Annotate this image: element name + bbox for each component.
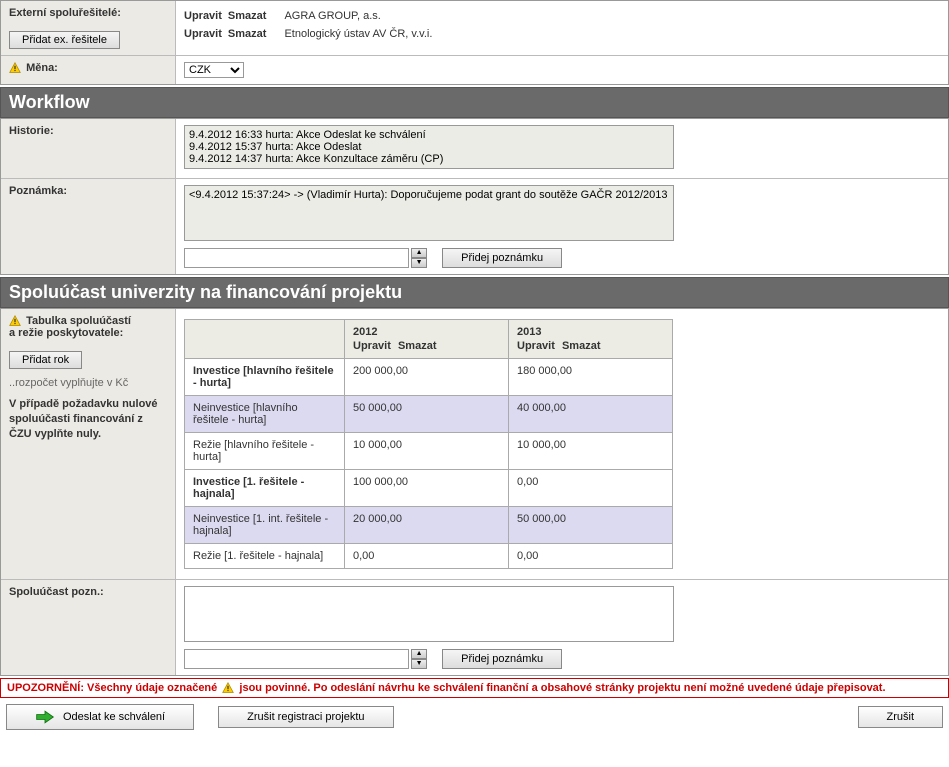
solver-name: AGRA GROUP, a.s. [284,10,380,22]
finance-table: 2012 Upravit Smazat 2013 Upravit [184,319,673,569]
note-label: Poznámka: [1,179,176,274]
table-row: Režie [hlavního řešitele - hurta] 10 000… [185,433,673,470]
year-header: 2012 Upravit Smazat [345,320,509,359]
spinner-down-button[interactable]: ▼ [411,659,427,669]
financing-table-label: Tabulka spoluúčastí a režie poskytovatel… [1,309,176,579]
solver-row: Upravit Smazat Etnologický ústav AV ČR, … [184,25,940,43]
spinner-up-button[interactable]: ▲ [411,649,427,659]
workflow-header: Workflow [0,87,949,118]
add-year-button[interactable]: Přidat rok [9,351,82,369]
budget-hint: ..rozpočet vyplňujte v Kč [9,377,167,389]
financing-note-label: Spoluúčast pozn.: [1,580,176,675]
currency-select[interactable]: CZK [184,62,244,78]
table-row: Investice [hlavního řešitele - hurta] 20… [185,359,673,396]
note-history-textarea[interactable] [184,185,674,241]
table-row: Režie [1. řešitele - hajnala] 0,00 0,00 [185,544,673,569]
spinner-up-button[interactable]: ▲ [411,248,427,258]
year-delete-link[interactable]: Smazat [562,340,601,352]
add-financing-note-button[interactable]: Přidej poznámku [442,649,562,669]
warning-icon [222,682,234,694]
financing-note-textarea[interactable] [184,586,674,642]
delete-link[interactable]: Smazat [228,10,267,22]
delete-link[interactable]: Smazat [228,28,267,40]
warning-bar: UPOZORNĚNÍ: Všechny údaje označené jsou … [0,678,949,698]
external-solvers-label: Externí spoluřešitelé: Přidat ex. řešite… [1,1,176,55]
table-row: Investice [1. řešitele - hajnala] 100 00… [185,470,673,507]
edit-link[interactable]: Upravit [184,10,222,22]
history-label: Historie: [1,119,176,178]
note-input[interactable] [184,248,409,268]
financing-header: Spoluúčast univerzity na financování pro… [0,277,949,308]
year-delete-link[interactable]: Smazat [398,340,437,352]
arrow-right-icon [35,709,55,725]
warning-icon [9,315,21,327]
solver-row: Upravit Smazat AGRA GROUP, a.s. [184,7,940,25]
table-corner [185,320,345,359]
cancel-registration-button[interactable]: Zrušit registraci projektu [218,706,393,728]
history-textarea[interactable] [184,125,674,169]
financing-note-input[interactable] [184,649,409,669]
table-row: Neinvestice [hlavního řešitele - hurta] … [185,396,673,433]
add-note-button[interactable]: Přidej poznámku [442,248,562,268]
year-edit-link[interactable]: Upravit [353,340,391,352]
zero-hint: V případě požadavku nulové spoluúčasti f… [9,397,167,442]
spinner-down-button[interactable]: ▼ [411,258,427,268]
add-solver-button[interactable]: Přidat ex. řešitele [9,31,120,49]
year-edit-link[interactable]: Upravit [517,340,555,352]
edit-link[interactable]: Upravit [184,28,222,40]
send-approval-button[interactable]: Odeslat ke schválení [6,704,194,730]
year-header: 2013 Upravit Smazat [509,320,673,359]
warning-icon [9,62,21,74]
cancel-button[interactable]: Zrušit [858,706,944,728]
action-bar: Odeslat ke schválení Zrušit registraci p… [0,698,949,736]
solver-name: Etnologický ústav AV ČR, v.v.i. [284,28,432,40]
currency-label: Měna: [1,56,176,84]
table-row: Neinvestice [1. int. řešitele - hajnala]… [185,507,673,544]
